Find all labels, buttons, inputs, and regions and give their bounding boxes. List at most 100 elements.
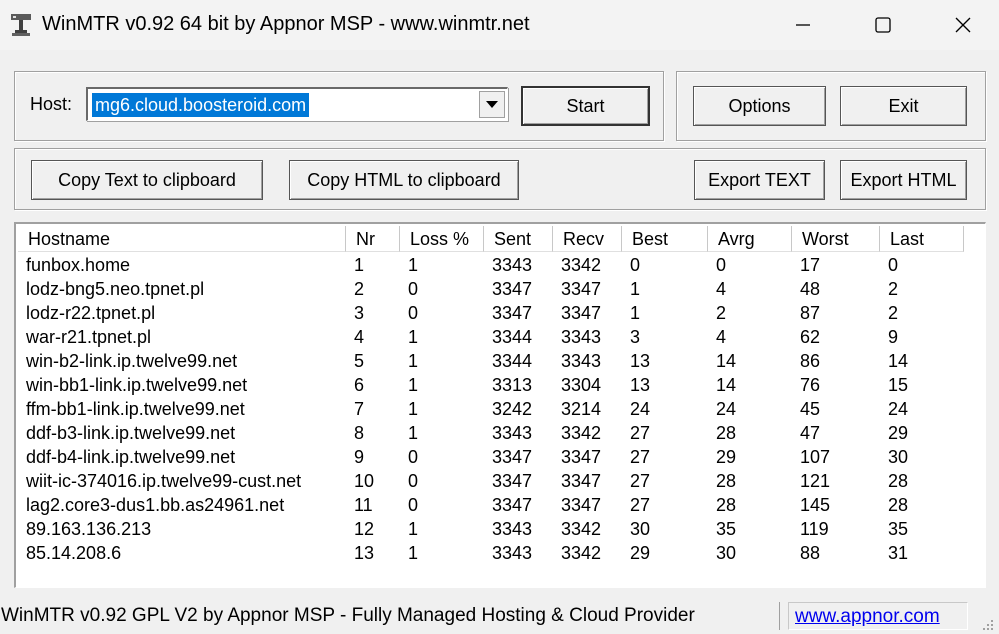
- cell-recv: 3347: [561, 471, 602, 491]
- cell-sent: 3344: [492, 327, 533, 347]
- cell-hostname: lodz-r22.tpnet.pl: [26, 303, 156, 323]
- cell-last: 28: [888, 495, 909, 515]
- cell-nr: 1: [354, 255, 365, 275]
- table-row[interactable]: lag2.core3-dus1.bb.as24961.net 11 0 3347 334…: [18, 493, 964, 517]
- cell-avrg: 4: [716, 279, 727, 299]
- cell-nr: 5: [354, 351, 365, 371]
- column-header-nr[interactable]: Nr: [346, 226, 400, 252]
- cell-sent: 3344: [492, 351, 533, 371]
- cell-last: 9: [888, 327, 899, 347]
- export-html-button[interactable]: Export HTML: [840, 160, 967, 200]
- cell-avrg: 24: [716, 399, 737, 419]
- cell-nr: 2: [354, 279, 365, 299]
- cell-best: 27: [630, 423, 651, 443]
- cell-hostname: 89.163.136.213: [26, 519, 152, 539]
- cell-sent: 3343: [492, 423, 533, 443]
- table-row[interactable]: wiit-ic-374016.ip.twelve99-cust.net 10 0 33…: [18, 469, 964, 493]
- table-row[interactable]: 89.163.136.213 12 1 3343 3342 30 35 119 35: [18, 517, 964, 541]
- cell-loss: 1: [408, 255, 419, 275]
- cell-last: 30: [888, 447, 909, 467]
- table-row[interactable]: ffm-bb1-link.ip.twelve99.net 7 1 3242 3214 24…: [18, 397, 964, 421]
- start-button[interactable]: Start: [521, 86, 650, 126]
- close-icon: [955, 17, 971, 33]
- cell-hostname: ddf-b3-link.ip.twelve99.net: [26, 423, 236, 443]
- table-row[interactable]: ddf-b3-link.ip.twelve99.net 8 1 3343 3342 27 2…: [18, 421, 964, 445]
- column-header-hostname[interactable]: Hostname: [18, 226, 346, 252]
- table-row[interactable]: lodz-r22.tpnet.pl 3 0 3347 3347 1 2 87 2: [18, 301, 964, 325]
- resize-grip-icon[interactable]: [979, 616, 995, 632]
- column-header-last[interactable]: Last: [880, 226, 964, 252]
- cell-sent: 3313: [492, 375, 533, 395]
- cell-loss: 0: [408, 471, 419, 491]
- cell-sent: 3347: [492, 303, 533, 323]
- table-row[interactable]: win-bb1-link.ip.twelve99.net 6 1 3313 3304 13…: [18, 373, 964, 397]
- cell-hostname: wiit-ic-374016.ip.twelve99-cust.net: [26, 471, 302, 491]
- cell-nr: 13: [354, 543, 375, 563]
- cell-hostname: lodz-bng5.neo.tpnet.pl: [26, 279, 205, 299]
- column-header-worst[interactable]: Worst: [792, 226, 880, 252]
- cell-nr: 3: [354, 303, 365, 323]
- table-row[interactable]: funbox.home 1 1 3343 3342 0 0 17 0: [18, 253, 964, 277]
- cell-sent: 3347: [492, 471, 533, 491]
- cell-hostname: 85.14.208.6: [26, 543, 122, 563]
- cell-nr: 11: [354, 495, 373, 515]
- table-row[interactable]: win-b2-link.ip.twelve99.net 5 1 3344 3343 13 1…: [18, 349, 964, 373]
- cell-sent: 3343: [492, 519, 533, 539]
- column-header-best[interactable]: Best: [622, 226, 708, 252]
- cell-recv: 3343: [561, 327, 602, 347]
- column-header-recv[interactable]: Recv: [553, 226, 622, 252]
- host-input[interactable]: mg6.cloud.boosteroid.com: [92, 93, 310, 117]
- cell-recv: 3347: [561, 303, 602, 323]
- cell-nr: 7: [354, 399, 365, 419]
- cell-hostname: win-bb1-link.ip.twelve99.net: [26, 375, 248, 395]
- host-combobox[interactable]: mg6.cloud.boosteroid.com: [86, 87, 508, 121]
- options-button[interactable]: Options: [693, 86, 826, 126]
- cell-avrg: 35: [716, 519, 737, 539]
- status-text: WinMTR v0.92 GPL V2 by Appnor MSP - Full…: [0, 602, 780, 630]
- cell-avrg: 28: [716, 471, 737, 491]
- cell-worst: 87: [800, 303, 821, 323]
- cell-last: 28: [888, 471, 909, 491]
- cell-hostname: win-b2-link.ip.twelve99.net: [26, 351, 238, 371]
- close-button[interactable]: [923, 0, 999, 50]
- cell-worst: 88: [800, 543, 821, 563]
- title-bar: WinMTR v0.92 64 bit by Appnor MSP - www.…: [0, 0, 999, 50]
- cell-last: 0: [888, 255, 899, 275]
- cell-worst: 47: [800, 423, 821, 443]
- table-row[interactable]: ddf-b4-link.ip.twelve99.net 9 0 3347 3347 27 2…: [18, 445, 964, 469]
- column-header-loss[interactable]: Loss %: [400, 226, 484, 252]
- export-text-button[interactable]: Export TEXT: [694, 160, 825, 200]
- appnor-link[interactable]: www.appnor.com: [788, 602, 968, 630]
- table-header: Hostname Nr Loss % Sent Recv Best Avrg Worst Las…: [18, 226, 964, 252]
- exit-button[interactable]: Exit: [840, 86, 967, 126]
- cell-nr: 10: [354, 471, 375, 491]
- cell-avrg: 4: [716, 327, 727, 347]
- column-header-sent[interactable]: Sent: [484, 226, 553, 252]
- host-label: Host:: [30, 94, 73, 114]
- copy-html-button[interactable]: Copy HTML to clipboard: [289, 160, 519, 200]
- results-table[interactable]: Hostname Nr Loss % Sent Recv Best Avrg Worst Las…: [14, 222, 986, 588]
- cell-hostname: funbox.home: [26, 255, 131, 275]
- cell-best: 27: [630, 447, 651, 467]
- minimize-button[interactable]: [763, 0, 843, 50]
- cell-last: 14: [888, 351, 909, 371]
- cell-nr: 4: [354, 327, 365, 347]
- cell-nr: 9: [354, 447, 365, 467]
- window-title: WinMTR v0.92 64 bit by Appnor MSP - www.…: [42, 13, 530, 35]
- maximize-button[interactable]: [843, 0, 923, 50]
- cell-avrg: 28: [716, 423, 737, 443]
- cell-last: 2: [888, 303, 899, 323]
- column-header-avrg[interactable]: Avrg: [708, 226, 792, 252]
- cell-recv: 3347: [561, 495, 602, 515]
- status-bar: WinMTR v0.92 GPL V2 by Appnor MSP - Full…: [0, 598, 999, 634]
- table-row[interactable]: war-r21.tpnet.pl 4 1 3344 3343 3 4 62 9: [18, 325, 964, 349]
- cell-worst: 107: [800, 447, 831, 467]
- cell-worst: 119: [800, 519, 829, 539]
- table-row[interactable]: 85.14.208.6 13 1 3343 3342 29 30 88 31: [18, 541, 964, 565]
- minimize-icon: [796, 24, 810, 26]
- host-dropdown-button[interactable]: [479, 91, 505, 118]
- cell-nr: 12: [354, 519, 375, 539]
- table-row[interactable]: lodz-bng5.neo.tpnet.pl 2 0 3347 3347 1 4 48 2: [18, 277, 964, 301]
- cell-best: 27: [630, 471, 651, 491]
- copy-text-button[interactable]: Copy Text to clipboard: [31, 160, 263, 200]
